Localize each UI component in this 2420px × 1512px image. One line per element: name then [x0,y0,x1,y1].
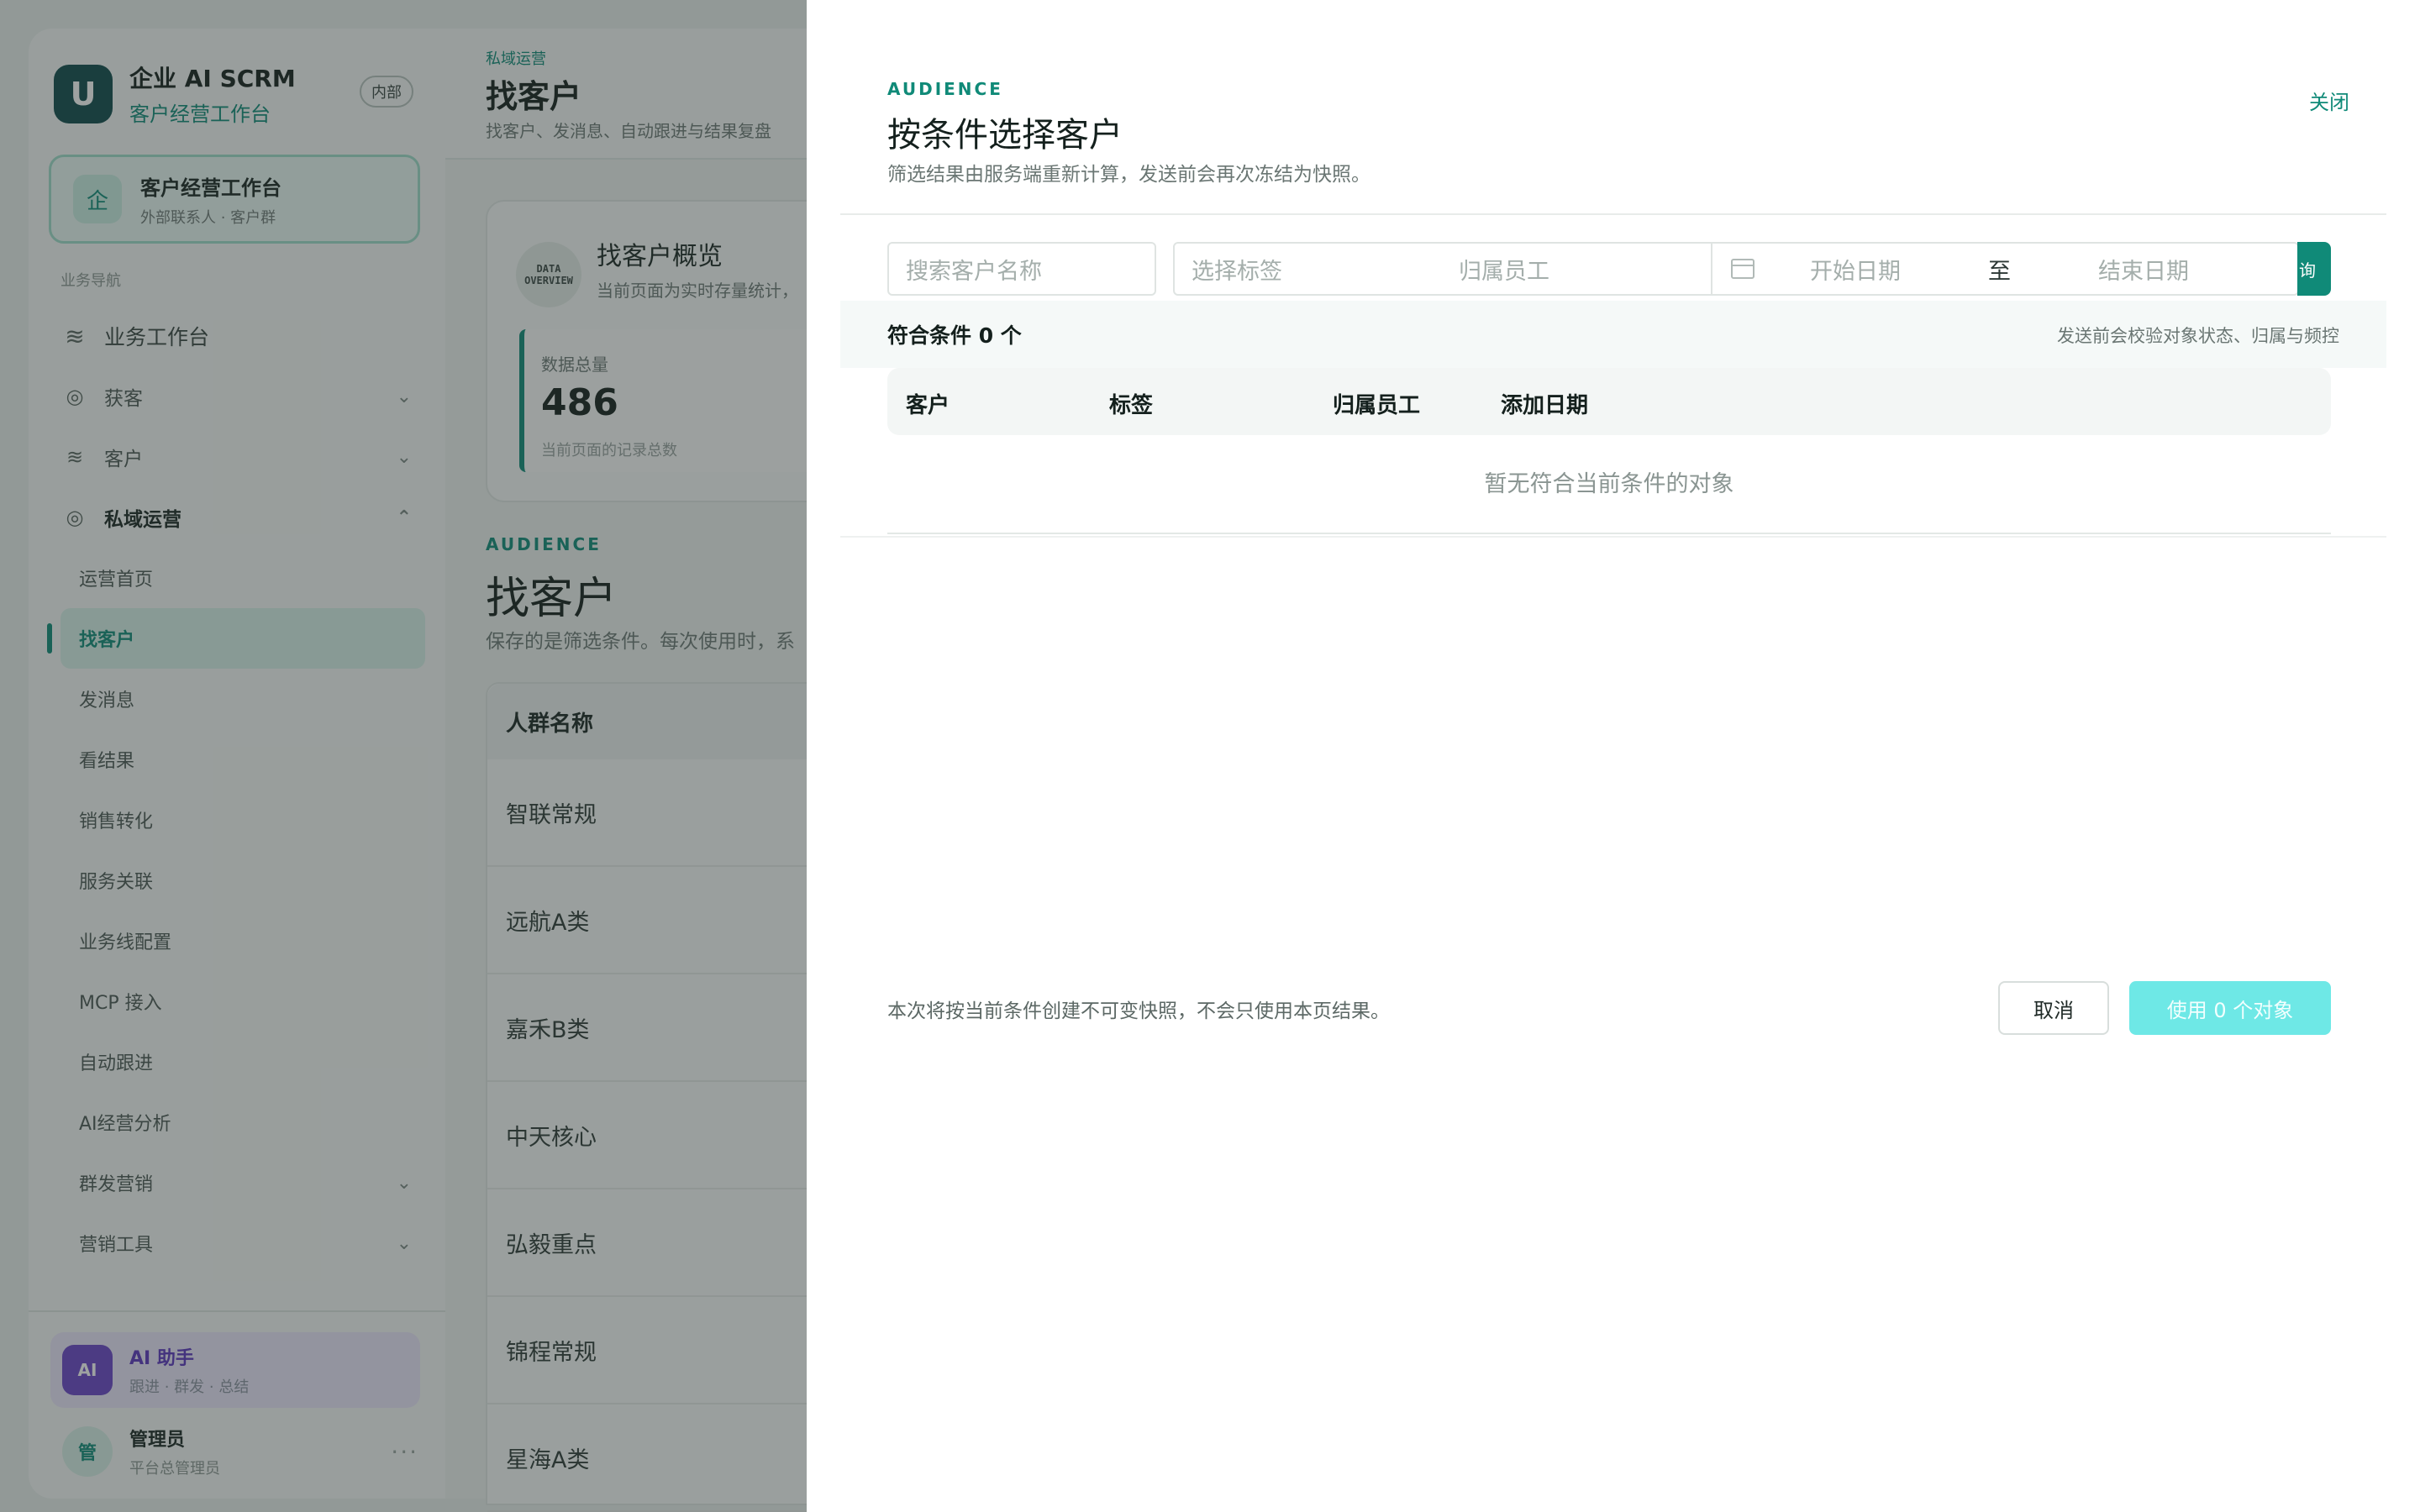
close-button[interactable]: 关闭 [2309,86,2349,115]
range-separator: 至 [1988,258,2011,285]
use-objects-button[interactable]: 使用 0 个对象 [2129,981,2331,1035]
col-added-date: 添加日期 [1501,393,1589,418]
footer-note: 本次将按当前条件创建不可变快照，不会只使用本页结果。 [887,1000,1390,1022]
empty-state: 暂无符合当前条件的对象 [1484,471,1734,497]
table-bottom-border [887,533,2331,534]
divider [840,536,2386,538]
select-customers-drawer: AUDIENCE 按条件选择客户 筛选结果由服务端重新计算，发送前会再次冻结为快… [807,0,2420,1512]
result-summary: 符合条件 0 个 发送前会校验对象状态、归属与频控 [840,301,2386,368]
col-customer: 客户 [906,393,950,418]
owner-select[interactable]: 归属员工 [1442,242,1712,296]
query-button[interactable]: 询 [2297,242,2331,296]
drawer-eyebrow: AUDIENCE [887,79,1003,99]
col-owner: 归属员工 [1333,393,1421,418]
filter-bar: 搜索客户名称 选择标签 归属员工 开始日期 至 结束日期 询 [887,242,2331,296]
summary-note: 发送前会校验对象状态、归属与频控 [2057,326,2339,346]
col-tags: 标签 [1109,393,1154,418]
result-table-header: 客户 标签 归属员工 添加日期 [887,368,2331,435]
match-count: 符合条件 0 个 [887,323,1022,348]
start-date-input[interactable]: 开始日期 [1810,253,1901,286]
divider [840,213,2386,215]
drawer-title: 按条件选择客户 [887,116,1123,155]
search-input[interactable]: 搜索客户名称 [887,242,1156,296]
calendar-icon [1731,259,1754,279]
tag-select[interactable]: 选择标签 [1173,242,1444,296]
end-date-input[interactable]: 结束日期 [2098,253,2189,286]
drawer-description: 筛选结果由服务端重新计算，发送前会再次冻结为快照。 [887,164,1370,186]
date-range-picker[interactable]: 开始日期 至 结束日期 [1711,242,2299,296]
cancel-button[interactable]: 取消 [1998,981,2109,1035]
